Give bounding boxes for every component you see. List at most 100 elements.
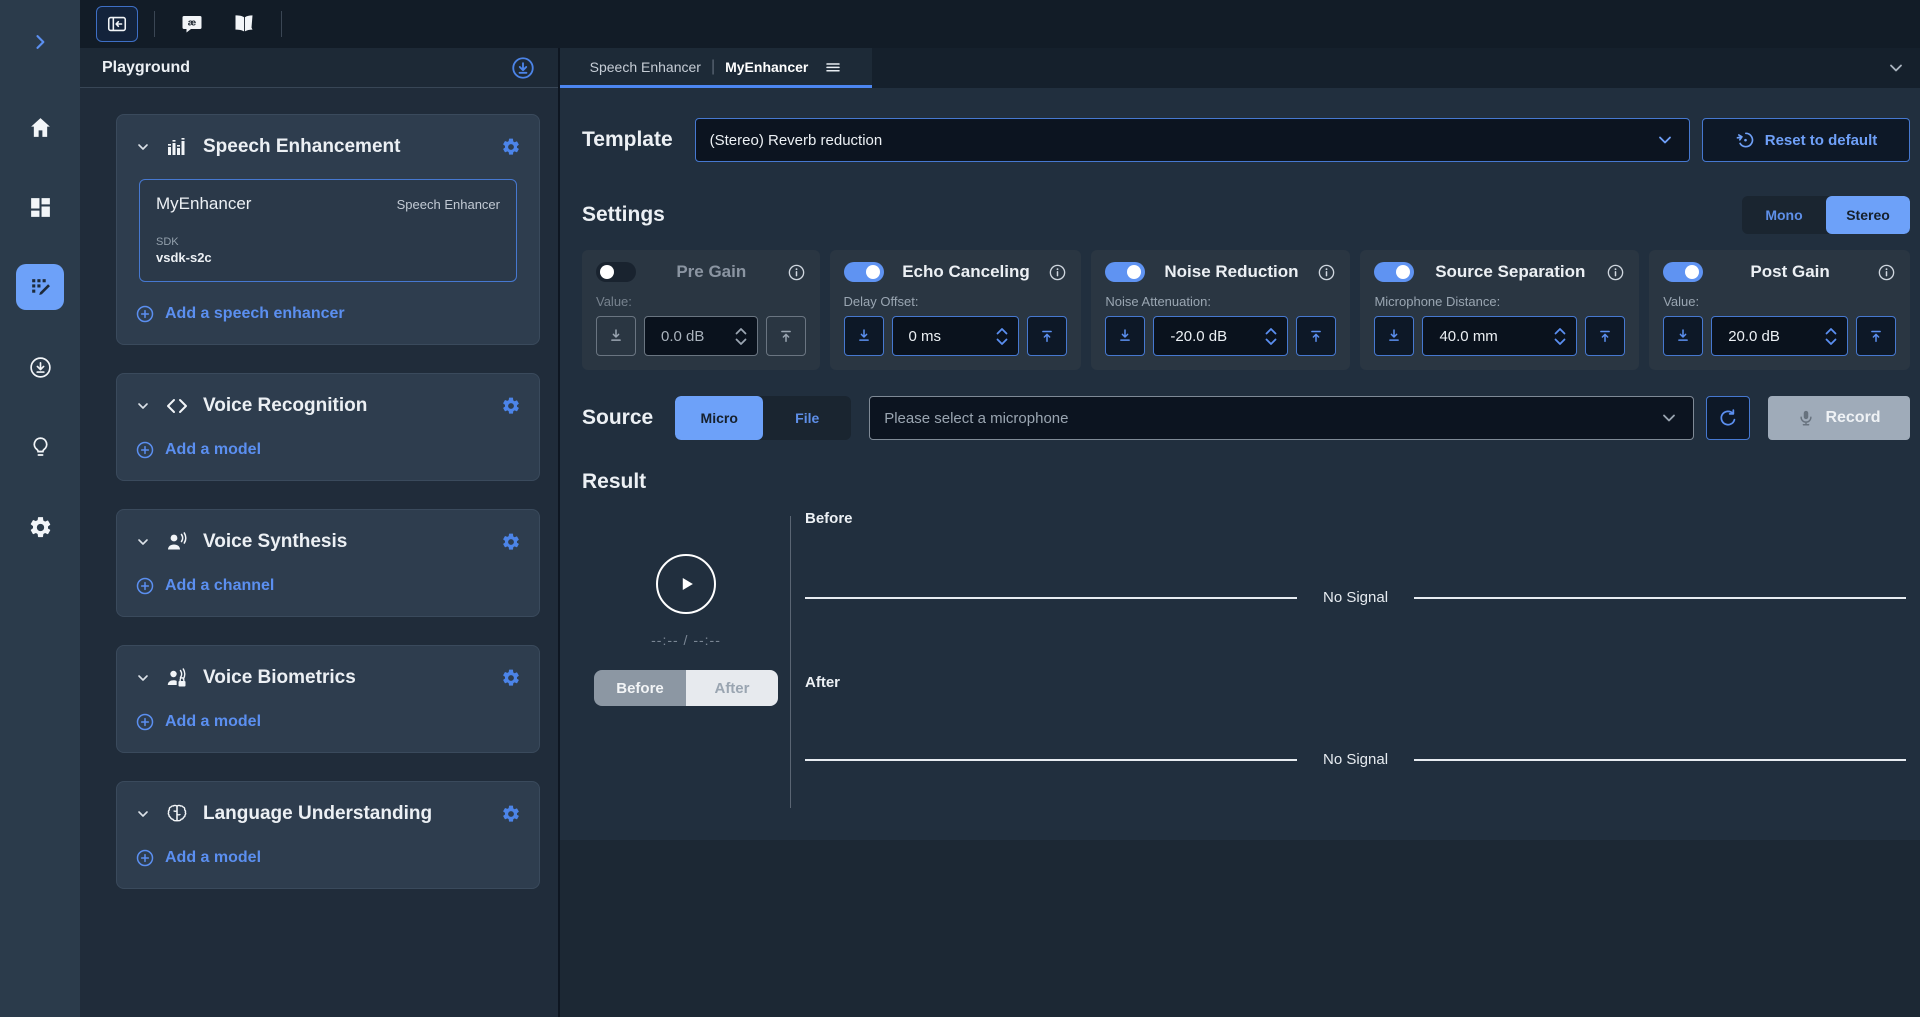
gear-icon[interactable] — [501, 532, 521, 552]
post-gain-toggle[interactable] — [1663, 262, 1703, 282]
documentation-button[interactable] — [223, 6, 265, 42]
rail-item-playground[interactable] — [16, 264, 64, 310]
mode-mono-button[interactable]: Mono — [1742, 196, 1826, 234]
before-after-segment: Before After — [594, 670, 778, 706]
play-icon — [675, 573, 697, 595]
no-signal-label: No Signal — [1323, 751, 1388, 768]
echo-canceling-toggle[interactable] — [844, 262, 884, 282]
model-card-myenhancer[interactable]: MyEnhancer Speech Enhancer SDK vsdk-s2c — [139, 179, 517, 282]
chevron-down-icon[interactable] — [135, 398, 151, 414]
enhancer-content: Template (Stereo) Reverb reduction Rese — [560, 88, 1920, 840]
info-icon[interactable] — [1606, 263, 1625, 282]
compare-after-button[interactable]: After — [686, 670, 778, 706]
waveform-line — [805, 597, 1297, 599]
value-stepper[interactable] — [1823, 325, 1839, 348]
template-select[interactable]: (Stereo) Reverb reduction — [695, 118, 1690, 162]
rail-item-ideas[interactable] — [16, 424, 64, 470]
add-channel-link[interactable]: Add a channel — [135, 576, 521, 596]
microphone-select[interactable]: Please select a microphone — [869, 396, 1694, 440]
chevron-down-icon[interactable] — [135, 670, 151, 686]
chevron-down-icon[interactable] — [135, 806, 151, 822]
chevron-down-icon[interactable] — [135, 534, 151, 550]
param-label: Value: — [596, 294, 806, 309]
import-value-button[interactable] — [1105, 316, 1145, 356]
rail-item-dashboard[interactable] — [16, 184, 64, 230]
info-icon[interactable] — [787, 263, 806, 282]
add-model-link[interactable]: Add a model — [135, 712, 521, 732]
reset-to-default-button[interactable]: Reset to default — [1702, 118, 1910, 162]
expand-panel-button[interactable] — [22, 24, 58, 60]
param-label: Noise Attenuation: — [1105, 294, 1336, 309]
value-stepper[interactable] — [1263, 325, 1279, 348]
info-icon[interactable] — [1048, 263, 1067, 282]
channel-mode-segment: Mono Stereo — [1742, 196, 1910, 234]
refresh-icon — [1718, 408, 1738, 428]
setting-title: Echo Canceling — [896, 262, 1037, 282]
import-value-button[interactable] — [1374, 316, 1414, 356]
info-icon[interactable] — [1877, 263, 1896, 282]
gear-icon[interactable] — [501, 396, 521, 416]
section-voice-recognition: Voice Recognition Add a model — [116, 373, 540, 481]
waveform-line — [805, 759, 1297, 761]
noise-attenuation-input[interactable]: -20.0 dB — [1153, 316, 1288, 356]
gear-icon[interactable] — [501, 137, 521, 157]
hamburger-icon[interactable] — [824, 58, 842, 76]
value-stepper[interactable] — [733, 325, 749, 348]
import-value-button[interactable] — [844, 316, 884, 356]
rail-item-home[interactable] — [16, 104, 64, 150]
download-circle-icon — [28, 355, 53, 380]
template-select-value: (Stereo) Reverb reduction — [710, 132, 1655, 149]
play-button[interactable] — [656, 554, 716, 614]
export-value-button[interactable] — [1585, 316, 1625, 356]
post-gain-input[interactable]: 20.0 dB — [1711, 316, 1848, 356]
refresh-devices-button[interactable] — [1706, 396, 1750, 440]
import-value-button[interactable] — [596, 316, 636, 356]
microphone-distance-input[interactable]: 40.0 mm — [1422, 316, 1577, 356]
language-tool-button[interactable]: æ — [171, 6, 213, 42]
download-project-button[interactable] — [510, 55, 536, 81]
export-value-button[interactable] — [766, 316, 806, 356]
record-button[interactable]: Record — [1768, 396, 1910, 440]
source-separation-toggle[interactable] — [1374, 262, 1414, 282]
mode-stereo-button[interactable]: Stereo — [1826, 196, 1910, 234]
pre-gain-input[interactable]: 0.0 dB — [644, 316, 758, 356]
source-micro-button[interactable]: Micro — [675, 396, 763, 440]
add-model-link[interactable]: Add a model — [135, 440, 521, 460]
chevron-down-icon[interactable] — [135, 139, 151, 155]
add-model-link[interactable]: Add a model — [135, 848, 521, 868]
tab-myenhancer[interactable]: Speech Enhancer | MyEnhancer — [560, 48, 872, 88]
section-voice-biometrics: Voice Biometrics Add a model — [116, 645, 540, 753]
brain-icon — [165, 802, 189, 826]
panel-title: Playground — [102, 59, 190, 77]
playground-grid-pencil-icon — [28, 275, 53, 300]
rail-item-settings[interactable] — [16, 504, 64, 550]
source-file-button[interactable]: File — [763, 396, 851, 440]
app-root: æ Playground — [0, 0, 1920, 1017]
export-value-button[interactable] — [1027, 316, 1067, 356]
add-speech-enhancer-link[interactable]: Add a speech enhancer — [135, 304, 521, 324]
setting-card-pre-gain: Pre Gain Value: — [582, 250, 820, 370]
noise-reduction-toggle[interactable] — [1105, 262, 1145, 282]
source-row: Source Micro File Please select a microp… — [582, 396, 1910, 440]
value-stepper[interactable] — [994, 325, 1010, 348]
tab-group-label: Speech Enhancer — [590, 59, 701, 75]
compare-before-button[interactable]: Before — [594, 670, 686, 706]
player-column: --:-- / --:-- Before After — [582, 496, 790, 808]
input-value: -20.0 dB — [1170, 328, 1263, 345]
svg-text:æ: æ — [188, 18, 197, 29]
gear-icon[interactable] — [501, 668, 521, 688]
delay-offset-input[interactable]: 0 ms — [892, 316, 1020, 356]
import-value-button[interactable] — [1663, 316, 1703, 356]
gear-icon[interactable] — [501, 804, 521, 824]
export-value-button[interactable] — [1856, 316, 1896, 356]
value-stepper[interactable] — [1552, 325, 1568, 348]
no-signal-label: No Signal — [1323, 589, 1388, 606]
chevron-down-icon[interactable] — [1886, 58, 1906, 78]
info-icon[interactable] — [1317, 263, 1336, 282]
rail-item-download[interactable] — [16, 344, 64, 390]
input-value: 20.0 dB — [1728, 328, 1823, 345]
export-value-button[interactable] — [1296, 316, 1336, 356]
collapse-panel-button[interactable] — [96, 6, 138, 42]
voice-synthesis-icon — [165, 530, 189, 554]
pre-gain-toggle[interactable] — [596, 262, 636, 282]
